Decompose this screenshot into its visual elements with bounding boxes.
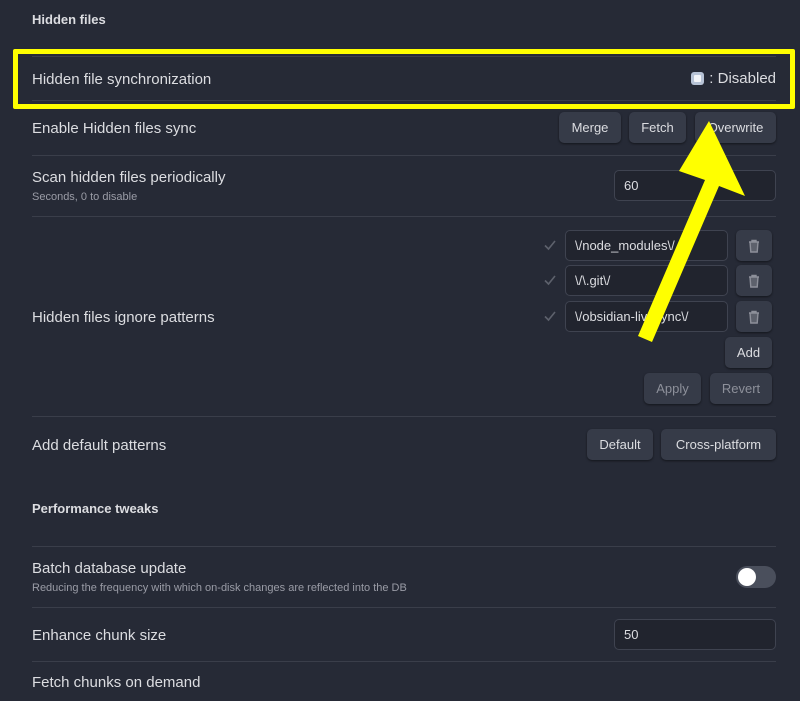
annotation-highlight-box	[13, 49, 795, 109]
annotation-arrow-icon	[638, 121, 745, 342]
enable-sync-label: Enable Hidden files sync	[32, 120, 197, 137]
batch-update-description: Reducing the frequency with which on-dis…	[32, 582, 407, 594]
section-heading-hidden-files: Hidden files	[32, 12, 106, 27]
chunk-size-input[interactable]: 50	[614, 619, 776, 650]
chunk-size-label: Enhance chunk size	[32, 627, 167, 644]
merge-button[interactable]: Merge	[559, 112, 621, 143]
cross-platform-button[interactable]: Cross-platform	[661, 429, 776, 460]
revert-button[interactable]: Revert	[710, 373, 772, 404]
check-icon	[544, 240, 556, 251]
cut-off-label: Fetch chunks on demand	[32, 674, 201, 691]
scan-description: Seconds, 0 to disable	[32, 191, 138, 203]
apply-button[interactable]: Apply	[644, 373, 701, 404]
ignore-patterns-label: Hidden files ignore patterns	[32, 309, 215, 326]
check-icon	[544, 275, 556, 286]
default-patterns-label: Add default patterns	[32, 437, 167, 454]
section-heading-performance: Performance tweaks	[32, 501, 159, 516]
batch-update-toggle[interactable]	[736, 566, 776, 588]
batch-update-label: Batch database update	[32, 560, 187, 577]
check-icon	[544, 311, 556, 322]
default-button[interactable]: Default	[587, 429, 653, 460]
toggle-knob	[738, 568, 756, 586]
setting-row-cut-off: Fetch chunks on demand	[32, 661, 776, 701]
scan-label: Scan hidden files periodically	[32, 169, 226, 186]
setting-row-batch-update: Batch database update Reducing the frequ…	[32, 546, 776, 607]
